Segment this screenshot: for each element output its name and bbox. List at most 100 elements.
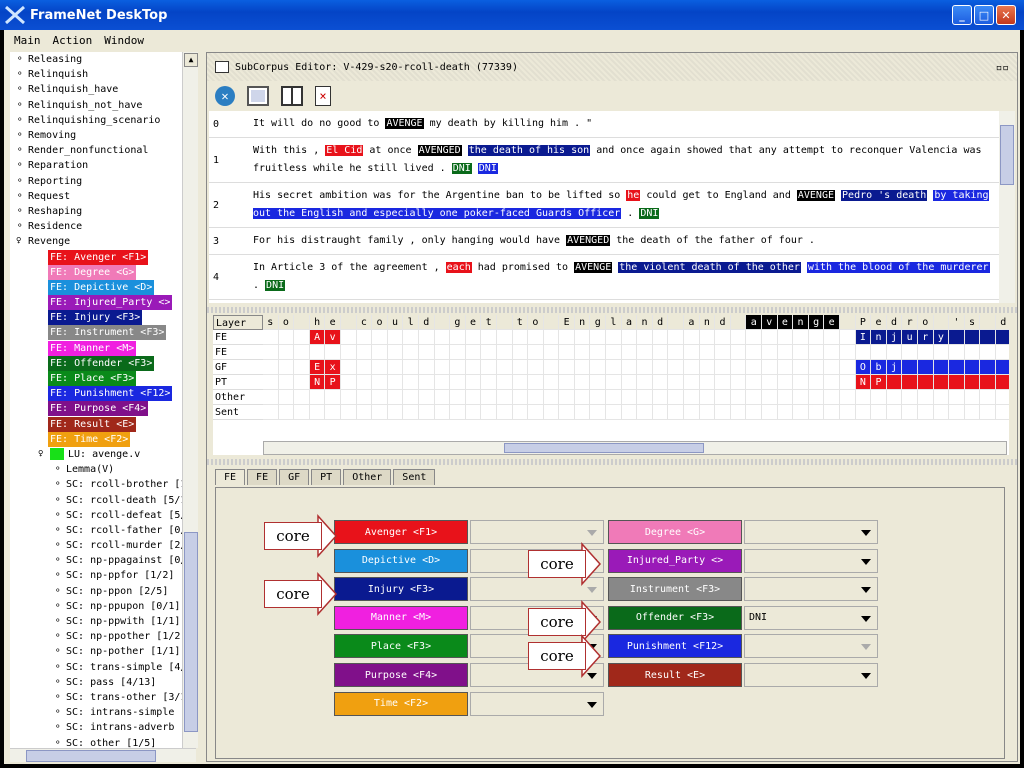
tree-item[interactable]: FE: Punishment <F12> [10,386,196,402]
annotated-span[interactable]: El Cid [325,145,364,156]
letter-column[interactable]: l [606,315,622,420]
tree-item[interactable]: ⚬ SC: rcoll-defeat [5/ [10,508,196,523]
tree-item[interactable]: ⚬ Request [10,189,196,204]
tree-item[interactable]: FE: Result <E> [10,416,196,432]
sentence-scrollbar[interactable] [999,111,1015,303]
fe-button[interactable]: Injured_Party <> [608,548,742,573]
letter-column[interactable]: l [403,315,419,420]
annotated-span[interactable]: DNI [477,163,498,174]
letter-column[interactable]: n [793,315,809,420]
tree-item[interactable]: ⚬ Lemma(V) [10,462,196,477]
tree-item[interactable]: ⚬ SC: np-ppwith [1/1] [10,614,196,629]
letter-column[interactable]: a [684,315,700,420]
annotated-span[interactable]: DNI [451,163,472,174]
sentence-row[interactable]: 4 In Article 3 of the agreement , each ha… [209,255,999,300]
letter-column[interactable]: ' [949,315,965,420]
annotated-span[interactable]: AVENGE [385,118,424,129]
tree-item[interactable]: FE: Avenger <F1> [10,249,196,265]
minimize-button[interactable]: _ [952,5,972,25]
letter-column[interactable] [668,315,685,420]
annotated-span[interactable]: Pedro 's death [841,190,928,201]
fe-null-select[interactable] [744,634,878,659]
letter-column[interactable]: y [933,315,950,420]
expand-icon[interactable]: ♀ [16,234,28,249]
letter-column[interactable] [730,315,747,420]
letter-column[interactable]: d [995,315,1009,420]
tree-item[interactable]: FE: Purpose <F4> [10,401,196,417]
tree-item[interactable]: ⚬ Render_nonfunctional [10,143,196,158]
tree-item[interactable]: ⚬ Relinquish_not_have [10,98,196,113]
annotated-span[interactable]: AVENGE [574,262,613,273]
fe-button[interactable]: Time <F2> [334,691,468,716]
letter-column[interactable]: n [699,315,716,420]
fe-button[interactable]: Injury <F3> [334,577,468,602]
letter-column[interactable]: a [621,315,638,420]
tree-item[interactable]: ⚬ Relinquishing_scenario [10,113,196,128]
tree-item[interactable]: ⚬ SC: np-ppupon [0/1] [10,599,196,614]
tree-item[interactable]: ⚬ SC: other [1/5] [10,735,196,748]
fe-button[interactable]: Depictive <D> [334,548,468,573]
letter-column[interactable]: e [824,315,840,420]
annotated-span[interactable]: the death of his son [467,145,591,156]
delete-document-icon[interactable]: × [315,86,331,106]
fe-button[interactable]: Instrument <F3> [608,577,742,602]
letter-column[interactable]: e [465,315,482,420]
annotated-span[interactable]: each [445,262,472,273]
letter-column[interactable] [543,315,560,420]
tree-item[interactable]: ⚬ SC: pass [4/13] [10,675,196,690]
tab-fe[interactable]: FE [215,469,246,485]
annotated-span[interactable]: DNI [265,280,286,291]
fe-button[interactable]: Place <F3> [334,634,468,659]
menu-window[interactable]: Window [104,34,144,47]
fe-null-select[interactable] [470,691,604,716]
tree-item[interactable]: ⚬ SC: np-ppfor [1/2] [10,568,196,583]
tree-item[interactable]: ⚬ Removing [10,128,196,143]
letter-column[interactable]: e [777,315,794,420]
fe-button[interactable]: Avenger <F1> [334,520,468,544]
fe-button[interactable]: Manner <M> [334,605,468,630]
fe-null-select[interactable] [744,548,878,573]
fe-button[interactable]: Purpose <F4> [334,663,468,687]
tree-item[interactable]: FE: Time <F2> [10,431,196,447]
tree-vertical-scrollbar[interactable]: ▲ [182,52,198,748]
letter-column[interactable]: u [387,315,404,420]
letter-column[interactable]: s [263,315,279,420]
annotated-span[interactable]: with the blood of the murderer [806,262,990,273]
letter-column[interactable]: d [715,315,731,420]
tree-item[interactable]: FE: Injured_Party <> [10,295,196,311]
annotated-span[interactable]: DNI [639,208,660,219]
tab-sent[interactable]: Sent [393,469,436,485]
tree-scroll-thumb[interactable] [184,532,198,732]
tree-item[interactable]: ⚬ Reshaping [10,204,196,219]
tree-item[interactable]: ⚬ SC: np-ppagainst [0/ [10,553,196,568]
letter-column[interactable] [340,315,357,420]
tree-item[interactable]: FE: Place <F3> [10,371,196,387]
menu-main[interactable]: Main [14,34,41,47]
letter-column[interactable]: c [356,315,373,420]
sentence-row[interactable]: 3 For his distraught family , only hangin… [209,228,999,255]
fe-null-select[interactable] [470,520,604,544]
annotated-span[interactable]: AVENGED [566,235,611,246]
expand-icon[interactable]: ♀ [38,447,50,462]
letter-column[interactable] [434,315,451,420]
letter-column[interactable]: or [917,315,934,420]
annotated-span[interactable]: he [626,190,641,201]
letter-column[interactable]: enbP [871,315,887,420]
letter-column[interactable]: t [512,315,529,420]
tree-item[interactable]: ⚬ Residence [10,219,196,234]
fe-button[interactable]: Offender <F3> [608,605,742,630]
single-view-icon[interactable] [247,86,269,106]
letter-column[interactable]: evxP [325,315,341,420]
letter-column[interactable]: d [652,315,669,420]
letter-column[interactable]: n [637,315,653,420]
tree-item[interactable]: ⚬ SC: rcoll-father [0/ [10,523,196,538]
sentence-row[interactable]: 2 His secret ambition was for the Argenti… [209,183,999,228]
annotated-span[interactable]: AVENGE [796,190,835,201]
grid-horizontal-scrollbar[interactable] [263,441,1007,455]
tree-item[interactable]: ⚬ SC: intrans-simple [ [10,705,196,720]
tree-item[interactable]: ♀ Revenge [10,234,196,249]
letter-column[interactable]: n [574,315,591,420]
letter-column[interactable]: s [964,315,981,420]
letter-column[interactable]: v [762,315,778,420]
letter-column[interactable] [980,315,996,420]
